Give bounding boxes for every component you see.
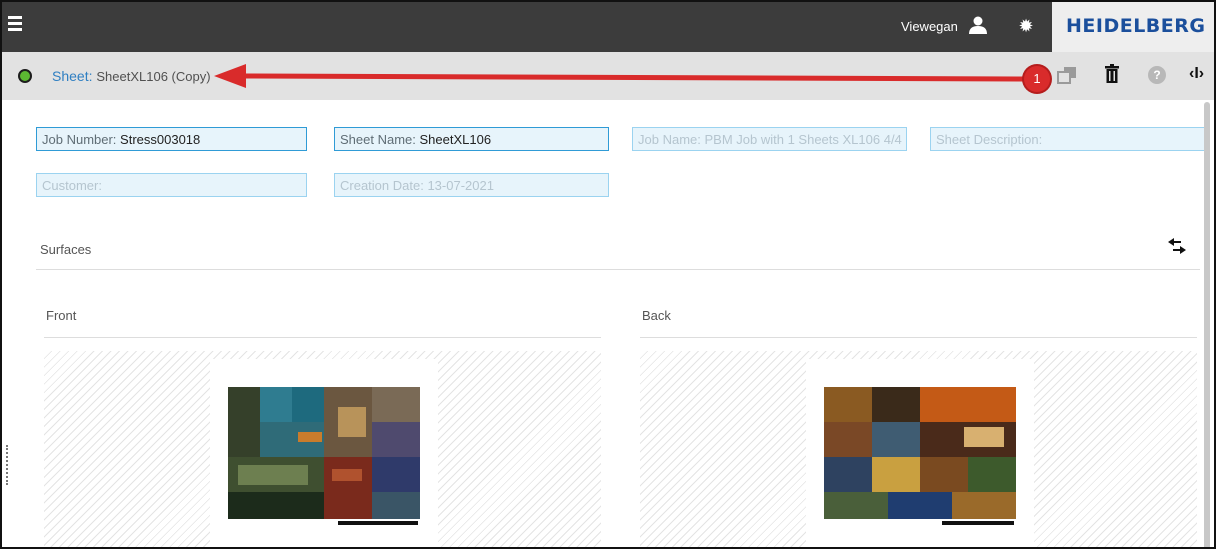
user-icon[interactable]	[968, 15, 988, 35]
resize-handle[interactable]	[6, 445, 8, 485]
sheet-title-value: SheetXL106 (Copy)	[96, 69, 211, 84]
status-indicator	[18, 69, 32, 83]
app-window: Viewegan ✹ HEIDELBERG Sheet: SheetXL106 …	[0, 0, 1216, 549]
annotation-badge: 1	[1024, 66, 1050, 92]
sheet-title-key: Sheet:	[52, 68, 93, 84]
sheet-description-label: Sheet Description:	[936, 132, 1043, 147]
copy-icon[interactable]	[1057, 66, 1077, 84]
help-icon[interactable]: ?	[1148, 66, 1166, 84]
job-name-value: PBM Job with 1 Sheets XL106 4/4	[704, 132, 902, 147]
sheet-description-field[interactable]: Sheet Description:	[930, 127, 1206, 151]
creation-date-value: 13-07-2021	[427, 178, 494, 193]
sheet-details: Job Number: Stress003018 Sheet Name: She…	[2, 100, 1214, 547]
back-preview[interactable]	[640, 351, 1197, 547]
front-sheet-thumbnail	[228, 387, 420, 527]
customer-label: Customer:	[42, 178, 102, 193]
brand-text: HEIDELBERG	[1066, 15, 1206, 37]
back-sheet-thumbnail	[824, 387, 1016, 527]
vertical-scrollbar[interactable]	[1204, 102, 1210, 547]
trash-icon[interactable]	[1104, 64, 1120, 84]
brand-logo: HEIDELBERG	[1052, 2, 1214, 52]
job-number-field[interactable]: Job Number: Stress003018	[36, 127, 307, 151]
sheet-name-field[interactable]: Sheet Name: SheetXL106	[334, 127, 609, 151]
front-preview[interactable]	[44, 351, 601, 547]
customer-field[interactable]: Customer:	[36, 173, 307, 197]
toggle-panel-icon[interactable]: ‹I›	[1189, 65, 1209, 85]
creation-date-field[interactable]: Creation Date: 13-07-2021	[334, 173, 609, 197]
hamburger-menu-icon[interactable]	[8, 16, 24, 34]
sheet-name-value: SheetXL106	[419, 132, 492, 147]
job-name-field[interactable]: Job Name: PBM Job with 1 Sheets XL106 4/…	[632, 127, 907, 151]
job-number-value: Stress003018	[120, 132, 201, 147]
sheet-name-label: Sheet Name:	[340, 132, 416, 147]
swap-icon[interactable]	[1166, 237, 1188, 255]
front-sheet	[210, 359, 438, 547]
job-number-label: Job Number:	[42, 132, 117, 147]
back-divider	[640, 337, 1197, 338]
front-divider	[44, 337, 601, 338]
gear-icon[interactable]: ✹	[1016, 16, 1036, 36]
top-bar: Viewegan ✹ HEIDELBERG	[2, 2, 1214, 52]
user-name[interactable]: Viewegan	[901, 19, 958, 34]
sheet-title: Sheet: SheetXL106 (Copy)	[52, 68, 211, 84]
front-title: Front	[46, 308, 77, 323]
creation-date-label: Creation Date:	[340, 178, 424, 193]
surfaces-divider	[36, 269, 1200, 270]
back-sheet	[806, 359, 1034, 547]
job-name-label: Job Name:	[638, 132, 701, 147]
surfaces-heading: Surfaces	[40, 242, 92, 257]
back-title: Back	[642, 308, 671, 323]
